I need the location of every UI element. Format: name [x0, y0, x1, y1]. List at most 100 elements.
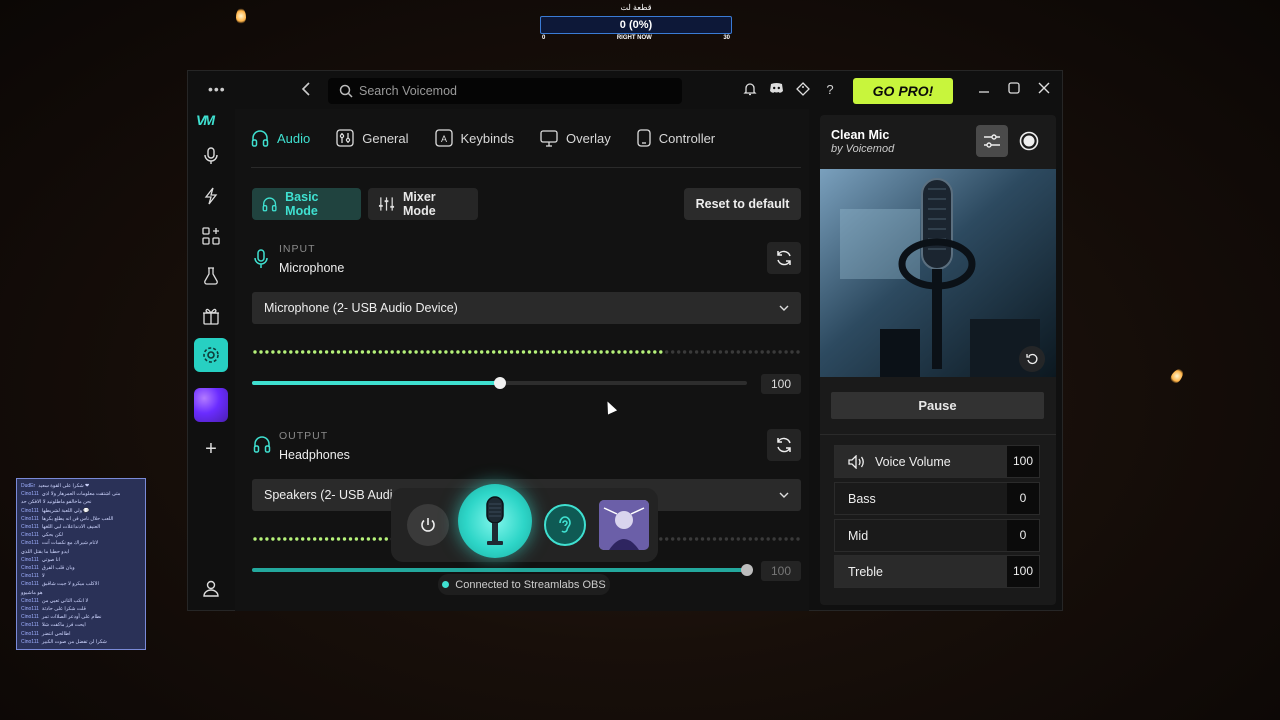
meter-dot [551, 350, 556, 354]
discord-icon[interactable] [768, 82, 784, 98]
voicebox-icon[interactable] [194, 139, 228, 173]
output-volume-thumb[interactable] [741, 564, 753, 576]
status-dot [442, 581, 450, 588]
meter-dot [665, 350, 669, 354]
tab-audio[interactable]: Audio [251, 129, 310, 147]
chat-text: لاتام شيراك مع نكسات آنت [41, 540, 99, 547]
meter-dot [450, 350, 454, 354]
add-icon[interactable]: + [194, 432, 228, 466]
chat-text: نطام على أودعر الصلاات تمر [41, 614, 102, 621]
input-volume-thumb[interactable] [493, 377, 506, 389]
chat-message: Cino111 اللعب حلال ناس فن انه يطلع بكرها [21, 515, 141, 523]
go-pro-button[interactable]: GO PRO! [853, 78, 953, 104]
meter-dot [348, 350, 353, 354]
tab-general[interactable]: General [336, 129, 409, 147]
title-bar: ••• Search Voicemod ? GO PRO! [188, 71, 1062, 109]
chat-text: لا انكب التاني تعيي من [41, 597, 89, 604]
meter-dot [796, 537, 800, 541]
meter-dot [677, 350, 681, 354]
maximize-button[interactable] [1004, 80, 1024, 100]
chat-message: Cino111 متى اشتقت معلومات العمرهار ولا اذ… [21, 490, 141, 498]
voice-settings-button[interactable] [976, 125, 1008, 157]
bell-icon[interactable] [742, 82, 758, 98]
user-profile-icon[interactable] [194, 571, 228, 605]
soundboard-cover-image[interactable] [599, 500, 649, 550]
reset-to-default-button[interactable]: Reset to default [684, 188, 801, 220]
mixer-icon [378, 197, 395, 211]
voice-volume-control[interactable]: Voice Volume 100 [834, 445, 1040, 478]
treble-control[interactable]: Treble 100 [834, 555, 1040, 588]
chat-username: Cino111 [21, 606, 39, 613]
meter-dot [772, 537, 776, 541]
tab-keybinds[interactable]: A Keybinds [434, 129, 514, 147]
basic-mode-button[interactable]: Basic Mode [252, 188, 361, 220]
bass-control[interactable]: Bass 0 [834, 482, 1040, 515]
tab-label: Controller [658, 130, 716, 146]
mid-control[interactable]: Mid 0 [834, 519, 1040, 552]
input-volume-slider[interactable] [252, 377, 747, 389]
meter-dot [289, 537, 293, 541]
meter-dot [318, 350, 323, 354]
bass-label-box: Bass [835, 483, 1007, 514]
meter-dot [760, 537, 764, 541]
output-refresh-button[interactable] [767, 429, 801, 461]
meter-dot [766, 537, 770, 541]
record-button[interactable] [1013, 125, 1045, 157]
treble-value[interactable]: 100 [1007, 556, 1039, 587]
chat-username: Cino111 [21, 524, 39, 531]
close-button[interactable] [1034, 80, 1054, 100]
candle-flame-top-left [236, 8, 246, 24]
meter-dot [796, 350, 800, 354]
more-dots-icon[interactable]: ••• [208, 81, 226, 97]
power-button[interactable] [407, 504, 449, 546]
chat-text: لا [41, 573, 45, 580]
meter-dot [378, 537, 382, 541]
search-input[interactable]: Search Voicemod [328, 78, 682, 104]
tag-icon[interactable] [795, 82, 811, 98]
mixer-mode-button[interactable]: Mixer Mode [368, 188, 478, 220]
help-icon[interactable]: ? [822, 82, 838, 98]
meter-dot [593, 350, 597, 354]
svg-text:A: A [440, 134, 446, 144]
voice-changer-button[interactable] [458, 484, 532, 558]
stream-goal-widget: قطعة لت 0 (0%) 0 RIGHT NOW 30 [538, 2, 734, 44]
chat-username: Cino111 [21, 581, 39, 588]
settings-icon[interactable] [194, 338, 228, 372]
meter-dot [587, 350, 591, 354]
mid-value[interactable]: 0 [1007, 520, 1039, 551]
tab-overlay[interactable]: Overlay [540, 129, 611, 147]
apps-icon[interactable] [194, 219, 228, 253]
meter-dot [611, 350, 615, 354]
output-volume-value[interactable]: 100 [761, 561, 801, 581]
input-volume-value[interactable]: 100 [761, 374, 801, 394]
microphone-icon [253, 249, 269, 274]
reset-voice-icon[interactable] [1019, 346, 1045, 372]
meter-dot [533, 350, 538, 354]
input-refresh-button[interactable] [767, 242, 801, 274]
store-icon[interactable] [194, 299, 228, 333]
minimize-button[interactable] [974, 80, 994, 100]
voice-volume-value[interactable]: 100 [1007, 446, 1039, 477]
param-label: Bass [848, 491, 876, 506]
output-volume-slider[interactable] [252, 564, 753, 576]
chat-message: Cino111 لا [21, 572, 141, 580]
sliders-icon [336, 129, 354, 147]
meter-dot [265, 350, 269, 354]
effects-icon[interactable] [194, 179, 228, 213]
chat-text: شكرا على القوة سعيد ❤ [38, 483, 90, 489]
voice-name: Clean Mic [831, 128, 890, 142]
tab-controller[interactable]: Controller [637, 129, 715, 147]
pause-button[interactable]: Pause [831, 392, 1044, 419]
chevron-down-icon [779, 492, 789, 498]
meter-dot [706, 537, 711, 541]
meter-dot [486, 350, 490, 354]
meter-dot [330, 537, 335, 541]
meter-dot [760, 350, 764, 354]
hear-myself-button[interactable] [544, 504, 586, 546]
bass-value[interactable]: 0 [1007, 483, 1039, 514]
avatar-icon[interactable] [194, 388, 228, 422]
back-arrow-icon[interactable] [301, 82, 311, 99]
input-device-select[interactable]: Microphone (2- USB Audio Device) [252, 292, 801, 324]
refresh-icon [777, 250, 791, 266]
lab-icon[interactable] [194, 259, 228, 293]
